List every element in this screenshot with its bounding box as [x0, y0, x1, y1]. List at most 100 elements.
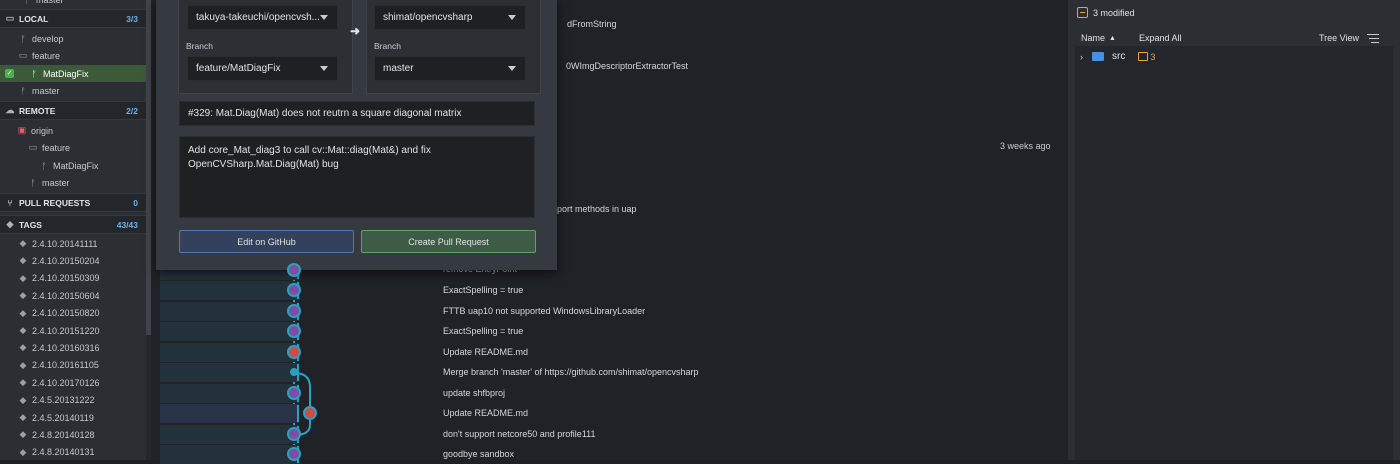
sidebar-item-tag[interactable]: ◆ 2.4.10.20150309 [0, 270, 146, 287]
arrow-right-icon: ➜ [350, 24, 361, 38]
branch-icon: ᚠ [22, 0, 32, 5]
sidebar-item-tag[interactable]: ◆ 2.4.8.20140128 [0, 426, 146, 443]
branch-icon: ᚠ [30, 177, 36, 188]
sidebar-item-tag[interactable]: ◆ 2.4.10.20150204 [0, 252, 146, 269]
avatar[interactable] [287, 263, 301, 277]
tag-icon: ◆ [19, 394, 27, 405]
target-repo-dropdown[interactable]: shimat/opencvsharp [374, 5, 526, 30]
modified-count: 3 modified [1093, 8, 1135, 18]
branch-icon: ᚠ [31, 68, 37, 79]
sidebar-item-tag[interactable]: ◆ 2.4.10.20150604 [0, 287, 146, 304]
chevron-down-icon [508, 66, 516, 71]
sidebar-item-tag[interactable]: ◆ 2.4.5.20131222 [0, 392, 146, 409]
merge-dot[interactable] [290, 368, 298, 376]
tree-item-src[interactable]: › src 3 [1080, 51, 1155, 62]
avatar[interactable] [287, 447, 301, 461]
list-icon[interactable] [1367, 34, 1379, 43]
avatar[interactable] [303, 406, 317, 420]
sidebar-item-remote-feature[interactable]: ▭ feature [0, 139, 146, 156]
commit-message-partial: 0WImgDescriptorExtractorTest [566, 61, 689, 71]
modified-file-icon [1138, 52, 1149, 61]
folder-icon: ▭ [18, 50, 28, 60]
tag-icon: ◆ [19, 238, 27, 248]
pull-request-icon: ⑂ [7, 197, 13, 208]
avatar[interactable] [287, 344, 301, 359]
sidebar-item-origin[interactable]: ▣ origin [0, 122, 146, 139]
tag-icon: ◆ [6, 219, 14, 229]
folder-icon: ▭ [28, 142, 38, 152]
sidebar-item-tag[interactable]: ◆ 2.4.8.20140131 [0, 444, 146, 461]
sidebar-item-develop[interactable]: ᚠ develop [0, 30, 146, 47]
sidebar-item-tag[interactable]: ◆ 2.4.10.20151220 [0, 322, 146, 339]
sidebar: ᚠmaster ▭ LOCAL 3/3 ᚠdevelop ▭feature ✓ … [0, 0, 146, 460]
sidebar-item-feature-folder[interactable]: ▭ feature [0, 47, 146, 64]
checkmark-icon: ✓ [5, 69, 14, 78]
tag-icon: ◆ [19, 290, 27, 301]
tag-icon: ◆ [19, 325, 27, 335]
sidebar-item-master-top[interactable]: ᚠmaster [0, 0, 146, 8]
tag-icon: ◆ [19, 272, 27, 283]
commit-row[interactable]: Merge branch 'master' of https://github.… [160, 363, 1061, 382]
sort-ascending-icon: ▲ [1109, 34, 1116, 42]
avatar[interactable] [287, 303, 301, 318]
commit-row[interactable]: ExactSpelling = true [160, 281, 1061, 300]
modified-file-icon [1077, 7, 1088, 18]
source-branch-label: Branch [186, 41, 213, 51]
create-pull-request-button[interactable]: Create Pull Request [361, 230, 536, 253]
avatar-icon: ▣ [17, 125, 27, 135]
file-tree [1075, 46, 1393, 460]
chevron-down-icon [320, 15, 328, 20]
commit-row[interactable]: update shfbproj [160, 383, 1061, 403]
target-branch-label: Branch [374, 41, 401, 51]
commit-row[interactable]: ExactSpelling = true [160, 322, 1061, 341]
sidebar-item-remote-matdiagfix[interactable]: ᚠ MatDiagFix [0, 157, 146, 174]
avatar[interactable] [287, 385, 301, 400]
sidebar-item-tag[interactable]: ◆ 2.4.5.20140119 [0, 409, 146, 426]
branch-icon: ᚠ [20, 33, 26, 44]
pr-title-input[interactable]: #329: Mat.Diag(Mat) does not reutrn a sq… [179, 101, 535, 126]
local-section-header[interactable]: ▭ LOCAL 3/3 [0, 9, 146, 28]
tree-view-toggle[interactable]: Tree View [1319, 33, 1359, 43]
commit-row[interactable]: Update README.md [160, 404, 1061, 423]
tag-icon: ◆ [19, 307, 27, 318]
laptop-icon: ▭ [5, 13, 15, 23]
tag-icon: ◆ [19, 377, 27, 388]
source-branch-dropdown[interactable]: feature/MatDiagFix [187, 56, 338, 81]
commit-row[interactable]: goodbye sandbox [160, 445, 1061, 464]
sidebar-item-tag[interactable]: ◆ 2.4.10.20170126 [0, 374, 146, 391]
pull-requests-section-header[interactable]: ⑂ PULL REQUESTS 0 [0, 193, 146, 212]
chevron-down-icon [508, 15, 516, 20]
sidebar-item-matdiagfix[interactable]: ✓ ᚠ MatDiagFix [0, 65, 146, 82]
commit-row[interactable]: Update README.md [160, 342, 1061, 362]
tag-icon: ◆ [19, 429, 27, 440]
tags-section-header[interactable]: ◆ TAGS 43/43 [0, 215, 146, 234]
tag-icon: ◆ [19, 342, 27, 353]
edit-on-github-button[interactable]: Edit on GitHub [179, 230, 354, 253]
pr-description-textarea[interactable]: Add core_Mat_diag3 to call cv::Mat::diag… [179, 136, 535, 218]
chevron-down-icon [320, 66, 328, 71]
expand-all-button[interactable]: Expand All [1139, 33, 1182, 43]
cloud-icon: ☁ [5, 105, 15, 115]
commit-message-partial: port methods in uap [557, 204, 637, 214]
sidebar-item-master[interactable]: ᚠ master [0, 82, 146, 99]
chevron-right-icon: › [1080, 51, 1083, 62]
commit-row[interactable]: don't support netcore50 and profile111 [160, 424, 1061, 444]
commit-row[interactable]: FTTB uap10 not supported WindowsLibraryL… [160, 301, 1061, 321]
target-branch-dropdown[interactable]: master [374, 56, 526, 81]
sidebar-item-tag[interactable]: ◆ 2.4.10.20150820 [0, 305, 146, 322]
avatar[interactable] [287, 426, 301, 441]
name-column-header[interactable]: Name ▲ [1081, 33, 1116, 43]
sidebar-item-tag[interactable]: ◆ 2.4.10.20161105 [0, 357, 146, 374]
tag-icon: ◆ [19, 359, 27, 370]
sidebar-item-remote-master[interactable]: ᚠ master [0, 174, 146, 191]
commit-timestamp: 3 weeks ago [1000, 141, 1051, 151]
avatar[interactable] [287, 283, 301, 297]
tag-icon: ◆ [19, 446, 27, 457]
commit-message-partial: dFromString [567, 19, 617, 29]
sidebar-item-tag[interactable]: ◆ 2.4.10.20141111 [0, 235, 146, 252]
remote-section-header[interactable]: ☁ REMOTE 2/2 [0, 101, 146, 120]
branch-icon: ᚠ [20, 85, 26, 96]
sidebar-item-tag[interactable]: ◆ 2.4.10.20160316 [0, 339, 146, 356]
source-repo-dropdown[interactable]: takuya-takeuchi/opencvsh... [187, 5, 338, 30]
avatar[interactable] [287, 324, 301, 338]
